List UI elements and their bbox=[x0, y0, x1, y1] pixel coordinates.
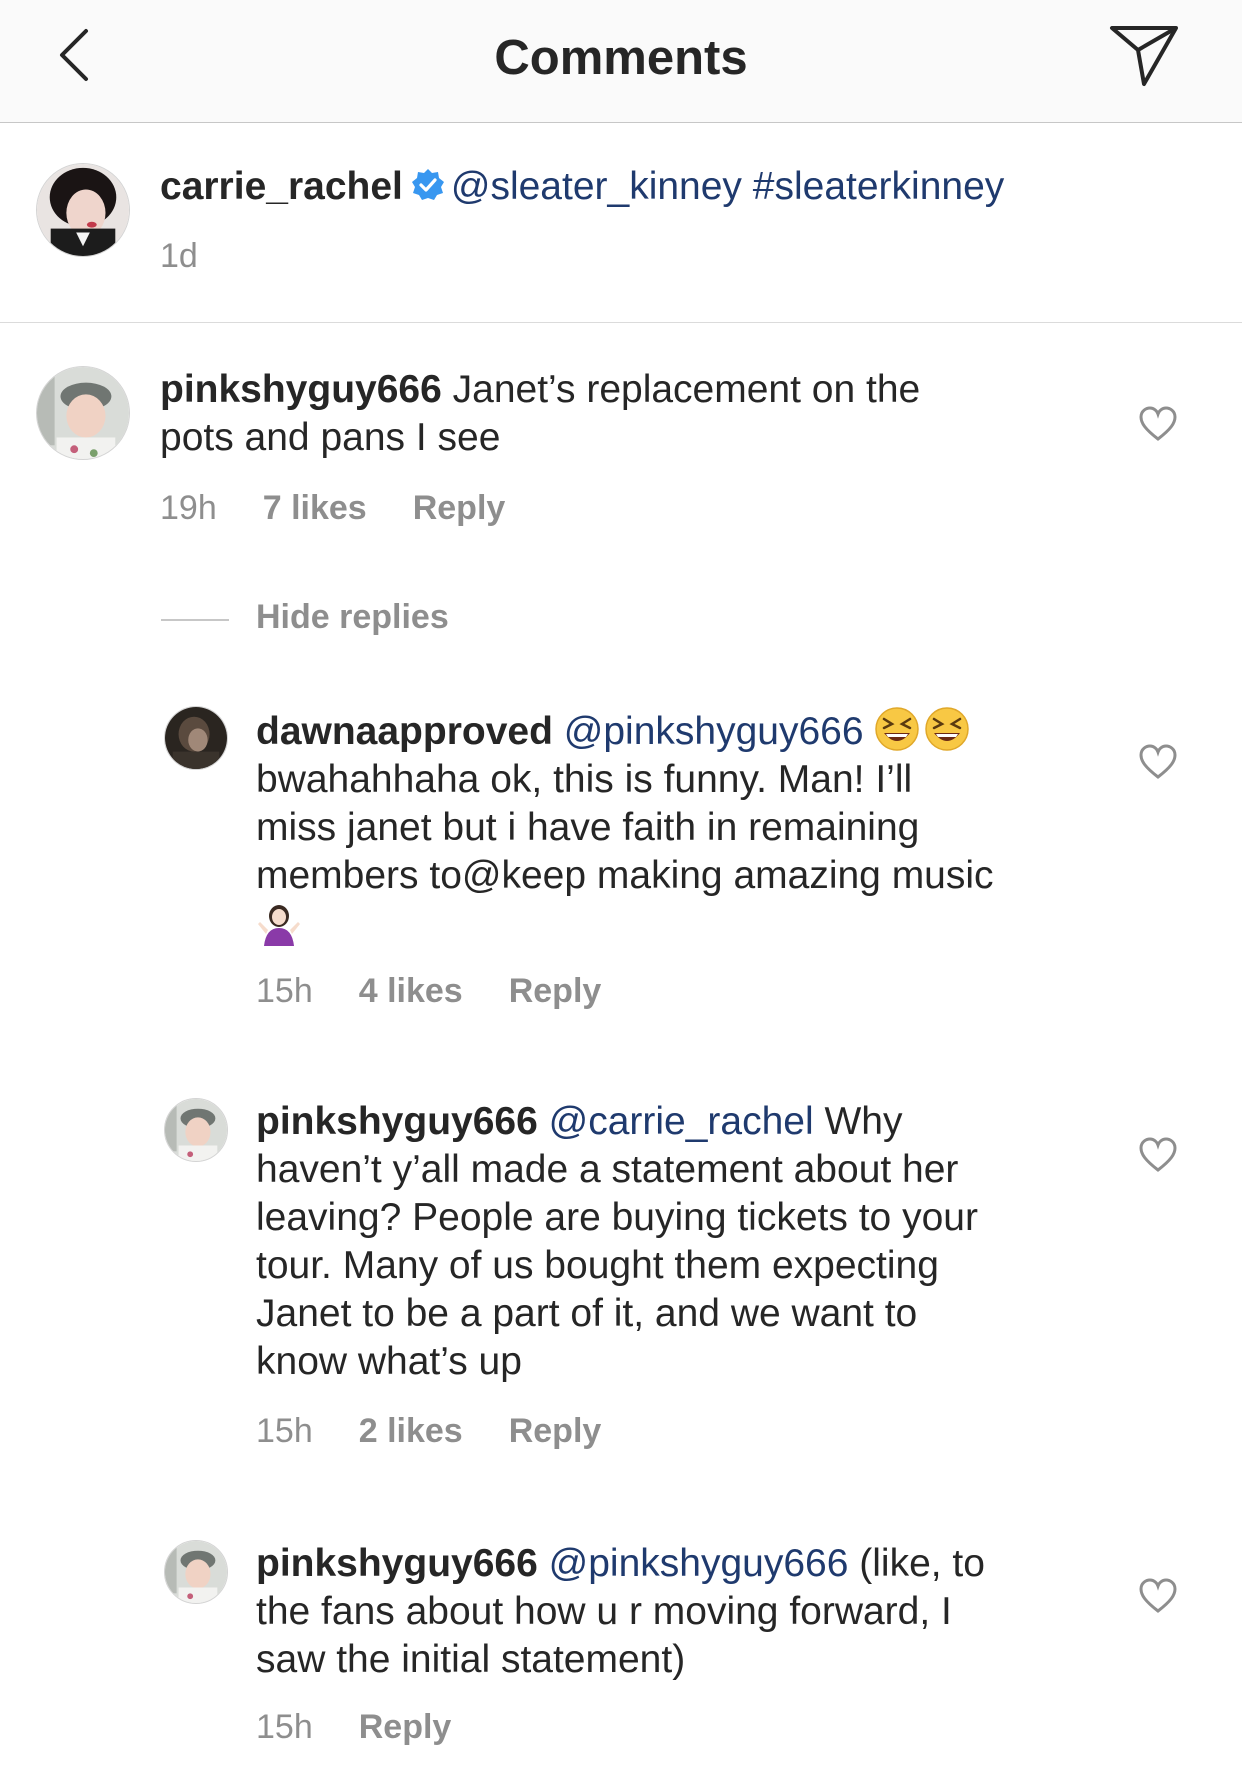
reply-line: (like, to bbox=[859, 1542, 985, 1585]
reply-time: 15h bbox=[256, 972, 313, 1010]
comment-meta: 19h 7 likes Reply bbox=[160, 489, 551, 528]
heart-icon[interactable] bbox=[1139, 744, 1177, 780]
reply-line: saw the initial statement) bbox=[256, 1638, 686, 1681]
reply-line: leaving? People are buying tickets to yo… bbox=[256, 1196, 978, 1239]
comment-line: Janet’s replacement on the bbox=[452, 368, 921, 411]
grinning-squinting-emoji-icon bbox=[875, 707, 920, 751]
avatar[interactable] bbox=[164, 706, 228, 770]
woman-shrugging-emoji-icon bbox=[258, 905, 300, 946]
post-caption: carrie_rachel @sleater_kinney #sleaterki… bbox=[0, 123, 1242, 323]
reply-button[interactable]: Reply bbox=[413, 489, 506, 527]
caption-meta: 1d bbox=[160, 237, 244, 276]
reply-text: dawnaapproved @pinkshyguy666 bwahahhaha … bbox=[256, 706, 1116, 950]
reply-line: bwahahhaha ok, this is funny. Man! I’ll bbox=[256, 758, 913, 801]
heart-icon[interactable] bbox=[1139, 406, 1177, 442]
reply-meta: 15h 4 likes Reply bbox=[256, 972, 647, 1011]
reply-username[interactable]: pinkshyguy666 bbox=[256, 1542, 538, 1585]
paper-plane-icon bbox=[1110, 26, 1178, 86]
comment-line: pots and pans I see bbox=[160, 416, 501, 459]
avatar[interactable] bbox=[164, 1098, 228, 1162]
divider bbox=[161, 619, 229, 621]
reply-line: know what’s up bbox=[256, 1340, 522, 1383]
reply-line: tour. Many of us bought them expecting bbox=[256, 1244, 939, 1287]
comment-username[interactable]: pinkshyguy666 bbox=[160, 368, 442, 411]
share-button[interactable] bbox=[1108, 22, 1180, 88]
caption-mention[interactable]: @sleater_kinney bbox=[451, 165, 742, 208]
reply-line: members to@keep making amazing music bbox=[256, 854, 994, 897]
reply-username[interactable]: pinkshyguy666 bbox=[256, 1100, 538, 1143]
reply-text: pinkshyguy666 @carrie_rachel Why haven’t… bbox=[256, 1098, 1116, 1386]
reply-username[interactable]: dawnaapproved bbox=[256, 710, 553, 753]
reply-line: miss janet but i have faith in remaining bbox=[256, 806, 920, 849]
caption-time: 1d bbox=[160, 237, 198, 275]
caption-text: carrie_rachel @sleater_kinney #sleaterki… bbox=[160, 163, 1200, 211]
verified-badge-icon bbox=[411, 169, 444, 200]
reply-time: 15h bbox=[256, 1412, 313, 1450]
avatar[interactable] bbox=[36, 366, 130, 460]
reply-mention[interactable]: @pinkshyguy666 bbox=[564, 710, 864, 753]
reply-button[interactable]: Reply bbox=[509, 972, 602, 1010]
reply-line: Why bbox=[824, 1100, 903, 1143]
heart-icon[interactable] bbox=[1139, 1137, 1177, 1173]
reply-time: 15h bbox=[256, 1708, 313, 1746]
comment-text: pinkshyguy666 Janet’s replacement on the… bbox=[160, 366, 1040, 462]
reply-meta: 15h Reply bbox=[256, 1708, 497, 1747]
avatar[interactable] bbox=[36, 163, 130, 257]
caption-hashtag[interactable]: #sleaterkinney bbox=[753, 165, 1004, 208]
grinning-squinting-emoji-icon bbox=[925, 707, 970, 751]
reply-line: the fans about how u r moving forward, I bbox=[256, 1590, 952, 1633]
reply-mention[interactable]: @carrie_rachel bbox=[549, 1100, 814, 1143]
likes-count[interactable]: 4 likes bbox=[359, 972, 463, 1010]
likes-count[interactable]: 2 likes bbox=[359, 1412, 463, 1450]
reply-line: haven’t y’all made a statement about her bbox=[256, 1148, 959, 1191]
comment-time: 19h bbox=[160, 489, 217, 527]
caption-username[interactable]: carrie_rachel bbox=[160, 165, 403, 208]
page-title: Comments bbox=[494, 31, 748, 85]
hide-replies-button[interactable]: Hide replies bbox=[256, 598, 449, 637]
heart-icon[interactable] bbox=[1139, 1578, 1177, 1614]
avatar[interactable] bbox=[164, 1540, 228, 1604]
reply-text: pinkshyguy666 @pinkshyguy666 (like, to t… bbox=[256, 1540, 1116, 1684]
reply-line: Janet to be a part of it, and we want to bbox=[256, 1292, 918, 1335]
likes-count[interactable]: 7 likes bbox=[263, 489, 367, 527]
reply-meta: 15h 2 likes Reply bbox=[256, 1412, 647, 1451]
header-bar: Comments bbox=[0, 0, 1242, 123]
reply-button[interactable]: Reply bbox=[359, 1708, 452, 1746]
reply-button[interactable]: Reply bbox=[509, 1412, 602, 1450]
reply-mention[interactable]: @pinkshyguy666 bbox=[549, 1542, 849, 1585]
